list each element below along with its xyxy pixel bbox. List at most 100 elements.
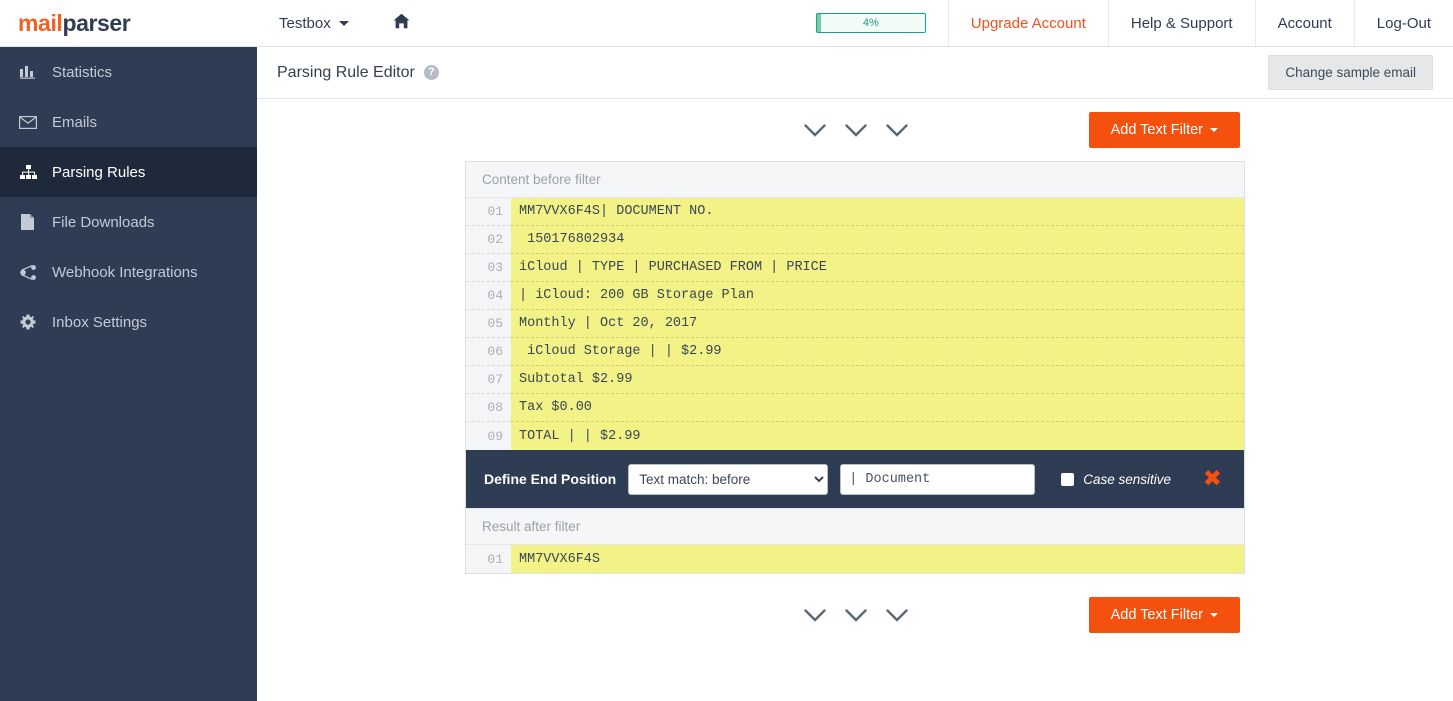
chevron-down-icon[interactable] [843, 606, 869, 624]
toolbar-top: Add Text Filter [257, 99, 1453, 161]
chevron-down-icon[interactable] [802, 121, 828, 139]
code-line: 08 Tax $0.00 [466, 394, 1244, 422]
line-content: Subtotal $2.99 [511, 366, 1244, 394]
sidebar-item-parsing-rules[interactable]: Parsing Rules [0, 147, 257, 197]
quota-percent-label: 4% [863, 17, 879, 29]
line-content: 150176802934 [511, 226, 1244, 254]
match-type-select[interactable]: Text match: before Text match: after Lin… [628, 464, 828, 495]
line-number: 04 [466, 282, 511, 310]
envelope-icon [18, 116, 38, 129]
line-content: MM7VVX6F4S| DOCUMENT NO. [511, 198, 1244, 226]
change-sample-email-button[interactable]: Change sample email [1268, 55, 1433, 90]
define-end-position-bar: Define End Position Text match: before T… [466, 450, 1244, 508]
sidebar-item-file-downloads[interactable]: File Downloads [0, 197, 257, 247]
chevron-down-icon[interactable] [884, 121, 910, 139]
sidebar-item-emails[interactable]: Emails [0, 97, 257, 147]
bar-chart-icon [18, 65, 38, 79]
line-number: 07 [466, 366, 511, 394]
sidebar-item-webhook-integrations[interactable]: Webhook Integrations [0, 247, 257, 297]
line-content: MM7VVX6F4S [511, 545, 1244, 573]
line-content: iCloud Storage | | $2.99 [511, 338, 1244, 366]
line-number: 05 [466, 310, 511, 338]
case-sensitive-checkbox[interactable] [1061, 473, 1074, 486]
line-number: 09 [466, 422, 511, 450]
help-support-link[interactable]: Help & Support [1108, 0, 1255, 46]
app-root: mailparser Testbox 4% [0, 0, 1453, 701]
line-content: iCloud | TYPE | PURCHASED FROM | PRICE [511, 254, 1244, 282]
line-content: Monthly | Oct 20, 2017 [511, 310, 1244, 338]
line-content: TOTAL | | $2.99 [511, 422, 1244, 450]
sidebar-item-statistics[interactable]: Statistics [0, 47, 257, 97]
quota-progress-bar: 4% [816, 13, 926, 33]
page-header: Parsing Rule Editor ? Change sample emai… [257, 47, 1453, 99]
line-content: | iCloud: 200 GB Storage Plan [511, 282, 1244, 310]
account-link[interactable]: Account [1255, 0, 1354, 46]
sitemap-icon [18, 165, 38, 179]
define-end-position-label: Define End Position [484, 471, 616, 487]
brand-logo-parser: parser [62, 10, 130, 36]
line-number: 01 [466, 545, 511, 573]
code-line: 09 TOTAL | | $2.99 [466, 422, 1244, 450]
sidebar: Statistics Emails [0, 47, 257, 701]
nav-middle-group: Testbox [257, 0, 432, 46]
line-content: Tax $0.00 [511, 394, 1244, 422]
sidebar-item-label: Emails [52, 114, 97, 131]
gear-icon [18, 314, 38, 330]
text-filter-panel: Content before filter 01 MM7VVX6F4S| DOC… [465, 161, 1245, 574]
home-icon [393, 13, 410, 33]
brand-logo[interactable]: mailparser [0, 0, 257, 46]
inbox-selector-dropdown[interactable]: Testbox [257, 0, 371, 46]
line-number: 02 [466, 226, 511, 254]
toolbar-bottom-chevrons [802, 606, 910, 624]
add-text-filter-button-top[interactable]: Add Text Filter [1089, 112, 1240, 148]
code-line: 01 MM7VVX6F4S [466, 545, 1244, 573]
add-text-filter-label: Add Text Filter [1111, 122, 1203, 138]
sidebar-item-label: Parsing Rules [52, 164, 145, 181]
chevron-down-icon[interactable] [802, 606, 828, 624]
line-number: 01 [466, 198, 511, 226]
line-number: 08 [466, 394, 511, 422]
sidebar-item-label: File Downloads [52, 214, 155, 231]
quota-progress-fill [817, 14, 821, 32]
close-x-icon[interactable]: ✖ [1203, 468, 1230, 491]
add-text-filter-label: Add Text Filter [1111, 607, 1203, 623]
sidebar-item-label: Inbox Settings [52, 314, 147, 331]
code-line: 06 iCloud Storage | | $2.99 [466, 338, 1244, 366]
top-navbar: mailparser Testbox 4% [0, 0, 1453, 47]
toolbar-top-chevrons [802, 121, 910, 139]
code-line: 07 Subtotal $2.99 [466, 366, 1244, 394]
case-sensitive-label: Case sensitive [1083, 472, 1171, 487]
line-number: 03 [466, 254, 511, 282]
sidebar-item-label: Statistics [52, 64, 112, 81]
result-after-filter-caption: Result after filter [466, 508, 1244, 545]
quota-cell: 4% [794, 0, 948, 46]
chevron-down-icon[interactable] [843, 121, 869, 139]
sidebar-item-label: Webhook Integrations [52, 264, 198, 281]
upgrade-account-link[interactable]: Upgrade Account [948, 0, 1108, 46]
add-text-filter-button-bottom[interactable]: Add Text Filter [1089, 597, 1240, 633]
code-line: 02 150176802934 [466, 226, 1244, 254]
code-line: 05 Monthly | Oct 20, 2017 [466, 310, 1244, 338]
match-value-input[interactable] [840, 464, 1035, 495]
chevron-down-icon [339, 21, 349, 26]
line-number: 06 [466, 338, 511, 366]
question-mark-icon[interactable]: ? [424, 65, 439, 80]
home-button[interactable] [371, 0, 432, 46]
share-icon [18, 265, 38, 280]
main-content: Parsing Rule Editor ? Change sample emai… [257, 47, 1453, 701]
result-after-filter-code: 01 MM7VVX6F4S [466, 545, 1244, 573]
case-sensitive-group[interactable]: Case sensitive [1061, 472, 1171, 487]
toolbar-bottom: Add Text Filter [257, 584, 1453, 646]
sidebar-item-inbox-settings[interactable]: Inbox Settings [0, 297, 257, 347]
caret-down-icon [1210, 613, 1218, 617]
code-line: 04 | iCloud: 200 GB Storage Plan [466, 282, 1244, 310]
chevron-down-icon[interactable] [884, 606, 910, 624]
content-before-filter-code: 01 MM7VVX6F4S| DOCUMENT NO. 02 150176802… [466, 198, 1244, 450]
brand-logo-mail: mail [18, 10, 62, 36]
logout-link[interactable]: Log-Out [1354, 0, 1453, 46]
code-line: 03 iCloud | TYPE | PURCHASED FROM | PRIC… [466, 254, 1244, 282]
file-icon [18, 214, 38, 230]
nav-right-group: 4% Upgrade Account Help & Support Accoun… [794, 0, 1453, 46]
content-before-filter-caption: Content before filter [466, 162, 1244, 198]
code-line: 01 MM7VVX6F4S| DOCUMENT NO. [466, 198, 1244, 226]
